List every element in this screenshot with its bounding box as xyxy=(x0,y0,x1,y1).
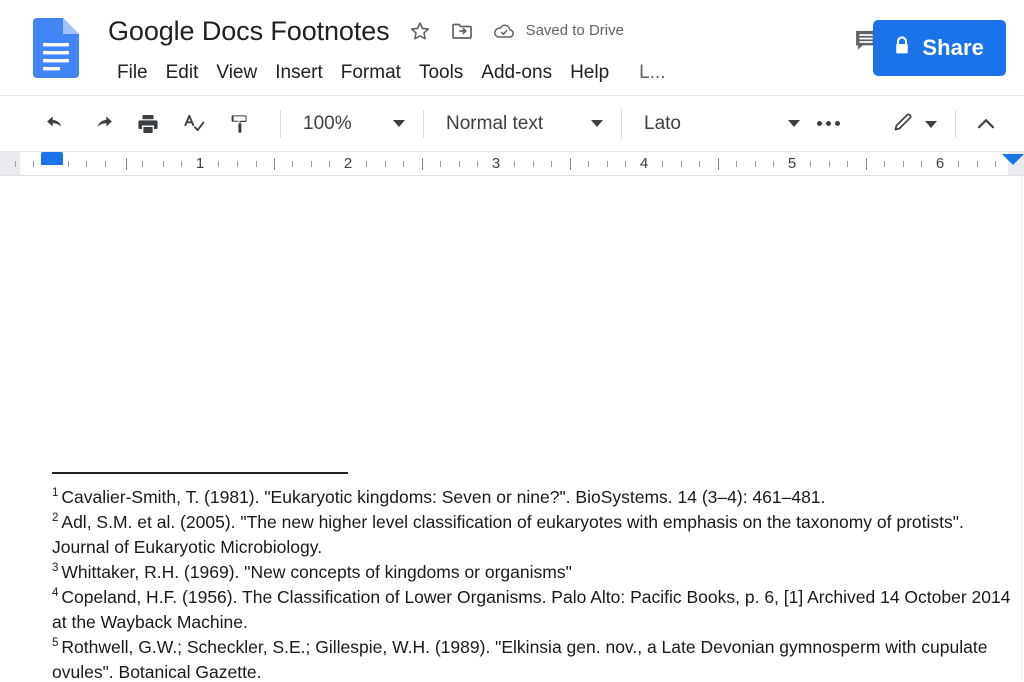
document-page[interactable]: 1 Cavalier-Smith, T. (1981). "Eukaryotic … xyxy=(0,176,1022,681)
footnote-item: 4 Copeland, H.F. (1956). The Classificati… xyxy=(52,585,1014,635)
ruler-number-2: 2 xyxy=(343,155,353,172)
right-indent-marker[interactable] xyxy=(1002,154,1024,165)
chevron-down-icon xyxy=(393,120,405,127)
more-options-icon[interactable] xyxy=(810,106,846,142)
footnote-text: Adl, S.M. et al. (2005). "The new higher… xyxy=(52,512,964,557)
ellipsis-glyph xyxy=(816,121,840,126)
footnote-item: 1 Cavalier-Smith, T. (1981). "Eukaryotic … xyxy=(52,485,1014,510)
menu-item-tools[interactable]: Tools xyxy=(410,58,472,88)
undo-icon[interactable] xyxy=(38,106,74,142)
chevron-down-icon xyxy=(788,120,800,127)
ruler-number-4: 4 xyxy=(639,155,649,172)
footnote-text: Copeland, H.F. (1956). The Classificatio… xyxy=(52,587,1011,632)
paint-format-icon[interactable] xyxy=(222,106,258,142)
left-indent-stem xyxy=(41,152,63,165)
lock-icon xyxy=(893,35,911,62)
paragraph-style-dropdown[interactable]: Normal text xyxy=(436,106,609,142)
footnote-marker: 4 xyxy=(52,587,59,600)
footnote-marker: 3 xyxy=(52,562,59,575)
document-title[interactable]: Google Docs Footnotes xyxy=(108,14,390,48)
save-status-label: Saved to Drive xyxy=(525,22,624,39)
toolbar-divider xyxy=(280,109,281,138)
chevron-down-icon xyxy=(591,120,603,127)
footnote-item: 2 Adl, S.M. et al. (2005). "The new highe… xyxy=(52,510,1014,560)
footnote-text: Rothwell, G.W.; Scheckler, S.E.; Gillesp… xyxy=(52,637,988,681)
ruler-left-margin xyxy=(0,152,20,175)
chevron-up-icon[interactable] xyxy=(968,106,1004,142)
chevron-down-icon xyxy=(925,120,937,128)
font-family-dropdown[interactable]: Lato xyxy=(634,106,806,142)
menu-item-edit[interactable]: Edit xyxy=(157,58,208,88)
toolbar-right-group xyxy=(885,96,1014,152)
share-button[interactable]: Share xyxy=(873,20,1006,76)
menu-item-last-edit-truncated[interactable]: L... xyxy=(630,58,674,88)
menu-item-file[interactable]: File xyxy=(108,58,157,88)
zoom-level-dropdown[interactable]: 100% xyxy=(293,106,411,142)
footnote-item: 3 Whittaker, R.H. (1969). "New concepts o… xyxy=(52,560,1014,585)
footnote-text: Whittaker, R.H. (1969). "New concepts of… xyxy=(61,562,572,582)
ruler[interactable]: 1 2 3 4 5 6 xyxy=(0,152,1024,176)
menu-item-addons[interactable]: Add-ons xyxy=(472,58,561,88)
pencil-icon xyxy=(891,110,915,139)
title-row: Google Docs Footnotes Saved to Drive xyxy=(108,14,624,48)
ruler-number-1: 1 xyxy=(195,155,205,172)
app-header: Google Docs Footnotes Saved to Drive Fil… xyxy=(0,0,1024,96)
zoom-level-value: 100% xyxy=(303,112,352,134)
footnote-marker: 2 xyxy=(52,512,59,525)
footnote-text: Cavalier-Smith, T. (1981). "Eukaryotic k… xyxy=(61,487,826,507)
paragraph-style-value: Normal text xyxy=(446,112,544,134)
toolbar: 100% Normal text Lato xyxy=(0,96,1024,152)
ruler-number-6: 6 xyxy=(935,155,945,172)
toolbar-divider xyxy=(955,110,956,138)
document-canvas[interactable]: 1 Cavalier-Smith, T. (1981). "Eukaryotic … xyxy=(0,176,1024,681)
menu-item-format[interactable]: Format xyxy=(332,58,410,88)
redo-icon[interactable] xyxy=(84,106,120,142)
menu-item-help[interactable]: Help xyxy=(561,58,618,88)
menu-bar: File Edit View Insert Format Tools Add-o… xyxy=(108,58,675,88)
cloud-saved-icon[interactable] xyxy=(492,19,516,43)
toolbar-divider xyxy=(621,109,622,138)
move-to-folder-icon[interactable] xyxy=(450,19,474,43)
google-docs-logo-icon[interactable] xyxy=(33,18,79,78)
left-indent-marker[interactable] xyxy=(41,152,63,165)
footnote-marker: 5 xyxy=(52,637,59,650)
editing-mode-dropdown[interactable] xyxy=(885,106,943,142)
font-family-value: Lato xyxy=(644,112,681,134)
menu-item-view[interactable]: View xyxy=(207,58,266,88)
star-outline-icon[interactable] xyxy=(408,19,432,43)
menu-item-insert[interactable]: Insert xyxy=(266,58,332,88)
print-icon[interactable] xyxy=(130,106,166,142)
toolbar-divider xyxy=(423,109,424,138)
footnotes-section[interactable]: 1 Cavalier-Smith, T. (1981). "Eukaryotic … xyxy=(52,485,1014,681)
ruler-number-3: 3 xyxy=(491,155,501,172)
spellcheck-icon[interactable] xyxy=(176,106,212,142)
share-button-label: Share xyxy=(922,35,984,60)
footnote-separator-line xyxy=(52,472,348,474)
footnote-marker: 1 xyxy=(52,487,59,500)
ruler-number-5: 5 xyxy=(787,155,797,172)
footnote-item: 5 Rothwell, G.W.; Scheckler, S.E.; Gilles… xyxy=(52,635,1014,681)
